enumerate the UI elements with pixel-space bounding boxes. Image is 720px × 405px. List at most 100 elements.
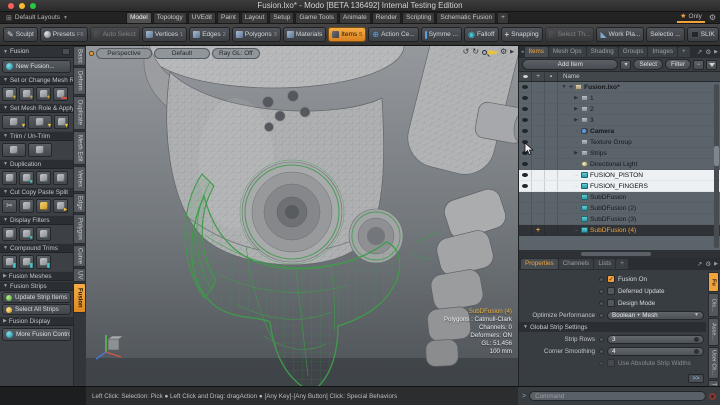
3d-viewport[interactable]: Perspective Default Ray GL: Off ↺ ↻ ⚙ ▶ … [86, 46, 518, 386]
tab-model[interactable]: Model [126, 12, 152, 24]
auto-select-button[interactable]: Auto Select [90, 27, 140, 42]
add-item-dropdown[interactable]: Add Item [522, 59, 618, 70]
rail-tab-user-channels[interactable]: User Ch... [708, 347, 719, 379]
window-controls[interactable] [8, 3, 36, 9]
visibility-eye-icon[interactable] [519, 181, 532, 191]
strip-rows-input[interactable]: 3 [607, 335, 704, 344]
channel-dot-icon[interactable] [599, 277, 604, 282]
panel-arrow-icon[interactable]: ▶ [714, 261, 718, 267]
visibility-eye-icon[interactable] [519, 82, 532, 92]
list-item[interactable]: →SubDFusion [519, 192, 720, 203]
cut-button[interactable]: ✂ [2, 199, 17, 213]
expander-open-icon[interactable]: ▼ [561, 84, 567, 90]
expander-closed-icon[interactable]: ▶ [573, 106, 579, 112]
role-trim-add-button[interactable]: + [19, 87, 34, 101]
duplicate-b-button[interactable]: ● [19, 171, 34, 185]
absolute-strip-widths-checkbox[interactable] [607, 359, 615, 367]
new-fusion-button[interactable]: New Fusion... [2, 60, 71, 73]
zoom-icon[interactable] [482, 50, 487, 55]
tab-scripting[interactable]: Scripting [402, 12, 435, 24]
list-item[interactable]: ▶2 [519, 104, 720, 115]
fusion-on-checkbox[interactable]: ✓ [607, 275, 615, 283]
expand-arrow-icon[interactable]: ▶ [510, 48, 514, 56]
visibility-eye-icon[interactable] [519, 104, 532, 114]
tab-render[interactable]: Render [372, 12, 401, 24]
minimize-window-icon[interactable] [19, 3, 25, 9]
macro-record-icon[interactable] [709, 393, 716, 400]
update-strip-items-button[interactable]: Update Strip Items [2, 292, 71, 303]
copy-button[interactable] [19, 199, 34, 213]
panel-arrow-icon[interactable]: ▶ [714, 49, 718, 55]
tab-setup[interactable]: Setup [269, 12, 294, 24]
close-window-icon[interactable] [8, 3, 14, 9]
rail-tab-fusion-props[interactable]: Fu [708, 272, 719, 292]
tab-paint[interactable]: Paint [217, 12, 240, 24]
zoom-window-icon[interactable] [30, 3, 36, 9]
list-item[interactable]: ▶1 [519, 93, 720, 104]
tab-add-panel[interactable]: + [678, 47, 690, 57]
rail-tab-vertex[interactable]: Vertex [74, 166, 86, 192]
rail-tab-deform[interactable]: Deform [74, 67, 86, 95]
sculpt-button[interactable]: ✎Sculpt [3, 27, 38, 42]
rail-tab-edge[interactable]: Edge [74, 193, 86, 213]
duplicate-a-button[interactable] [2, 171, 17, 185]
channel-dot-icon[interactable] [599, 301, 604, 306]
tab-items[interactable]: Items [525, 47, 548, 57]
list-scrollbar[interactable] [714, 84, 719, 248]
list-item[interactable]: →Texture Group [519, 137, 720, 148]
section-duplication[interactable]: ▼Duplication [0, 159, 73, 169]
pin-only-toggle[interactable]: ★ Only [677, 12, 705, 23]
visibility-eye-icon[interactable] [519, 170, 532, 180]
trim-button[interactable] [2, 143, 26, 157]
more-fusion-controls-button[interactable]: More Fusion Controls... [2, 328, 71, 341]
select-all-strips-button[interactable]: Select All Strips [2, 304, 71, 315]
tab-animate[interactable]: Animate [339, 12, 371, 24]
visibility-eye-icon[interactable] [519, 126, 532, 136]
tab-images[interactable]: Images [648, 47, 677, 57]
section-cut-copy-paste-split[interactable]: ▼Cut Copy Paste Split [0, 187, 73, 197]
viewport-menu-dot-icon[interactable] [89, 51, 94, 56]
list-item[interactable]: →SubDFusion (3) [519, 214, 720, 225]
expand-panel-icon[interactable]: ↗ [697, 48, 702, 56]
mini-slider-icon[interactable] [694, 337, 699, 342]
tab-topology[interactable]: Topology [153, 12, 187, 24]
expander-closed-icon[interactable]: ▶ [573, 95, 579, 101]
tab-channels[interactable]: Channels [559, 259, 594, 269]
filter-a-button[interactable] [2, 227, 17, 241]
snapping-button[interactable]: +Snapping [501, 27, 543, 42]
filter-funnel-button[interactable] [706, 60, 717, 70]
gear-icon[interactable]: ⚙ [500, 48, 507, 56]
collapse-all-button[interactable]: − [693, 60, 704, 70]
mini-slider-icon[interactable] [694, 349, 699, 354]
tab-uvedit[interactable]: UVEdit [188, 12, 216, 24]
rail-tab-mesh-edit[interactable]: Mesh Edit [74, 131, 86, 165]
filter-b-button[interactable]: ● [19, 227, 34, 241]
tab-game-tools[interactable]: Game Tools [295, 12, 338, 24]
name-column-header[interactable]: Name [558, 72, 580, 81]
slik-button[interactable]: SLIK [687, 27, 719, 42]
rail-tab-curve[interactable]: Curve [74, 245, 86, 267]
role-primary-add-button[interactable]: + [2, 87, 17, 101]
panel-scroll-left-icon[interactable]: ◂ [521, 49, 524, 55]
visibility-column-icon[interactable] [519, 72, 532, 81]
visibility-eye-icon[interactable] [519, 93, 532, 103]
list-item[interactable]: →Camera [519, 126, 720, 137]
list-item-current[interactable]: + →SubDFusion (4) [519, 225, 720, 236]
items-mode-button[interactable]: Items5 [328, 27, 366, 42]
section-fusion-strips[interactable]: ▼Fusion Strips [0, 281, 73, 291]
horizontal-scrollbar[interactable] [519, 250, 720, 258]
tab-layout[interactable]: Layout [241, 12, 269, 24]
global-strip-settings-header[interactable]: ▼Global Strip Settings [519, 322, 706, 332]
section-compound-trims[interactable]: ▼Compound Trims [0, 243, 73, 253]
list-item[interactable]: ▶Strips [519, 148, 720, 159]
role-intersect-add-button[interactable]: + [36, 87, 51, 101]
visibility-eye-icon[interactable] [519, 115, 532, 125]
section-trim-untrim[interactable]: ▼Trim / Un-Trim [0, 131, 73, 141]
polygons-mode-button[interactable]: Polygons3 [232, 27, 281, 42]
viewport-tab-default[interactable]: Default [154, 48, 210, 59]
rail-tab-assembly[interactable]: Asse... [708, 318, 719, 346]
expander-closed-icon[interactable]: ▶ [573, 117, 579, 123]
list-item-selected[interactable]: →FUSION_PISTON [519, 170, 720, 181]
orbit-left-icon[interactable]: ↺ [463, 48, 470, 56]
compound-c-button[interactable]: ▮ [36, 255, 51, 269]
